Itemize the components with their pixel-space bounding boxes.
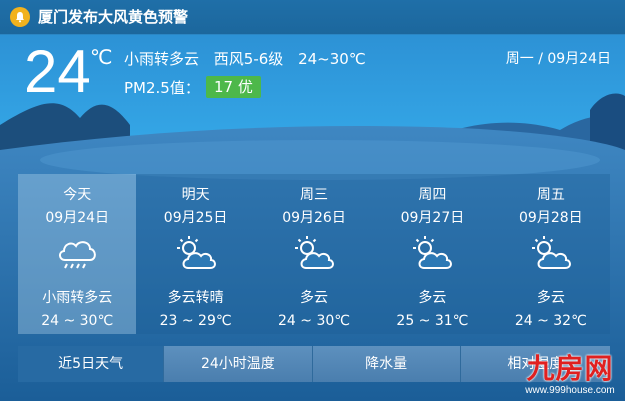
alert-text[interactable]: 厦门发布大风黄色预警 [38, 7, 188, 27]
tab-5-day-weather[interactable]: 近5日天气 [18, 346, 165, 382]
sun-cloud-icon [413, 236, 453, 269]
day-name: 明天 [181, 187, 210, 203]
day-date: 09月26日 [282, 210, 346, 226]
day-name: 周四 [418, 187, 447, 203]
day-condition: 多云转晴 [167, 290, 224, 306]
day-temperature-range: 24 ~ 30℃ [41, 313, 114, 329]
forecast-day: 今天 09月24日 小雨转多云 24 ~ 30℃ [18, 174, 137, 334]
day-date: 09月27日 [400, 210, 465, 226]
day-temperature-range: 24 ~ 32℃ [514, 313, 587, 329]
day-date: 09月24日 [45, 210, 110, 226]
site-watermark: 九房网 www.999house.com [519, 353, 621, 399]
tab-24h-temperature[interactable]: 24小时温度 [164, 346, 313, 382]
watermark-logo: 九房网 [526, 352, 614, 385]
day-temperature-range: 23 ~ 29℃ [159, 313, 232, 329]
pm25-badge: 17 优 [206, 76, 261, 98]
day-temperature-range: 25 ~ 31℃ [396, 313, 469, 329]
day-temperature-range: 24 ~ 30℃ [278, 313, 350, 329]
day-name: 今天 [63, 187, 92, 203]
forecast-panel: 今天 09月24日 小雨转多云 24 ~ 30℃ 明天 09月25日 多云转晴 … [18, 174, 611, 334]
sun-cloud-icon [295, 236, 334, 269]
day-date: 09月25日 [163, 210, 228, 226]
current-condition: 小雨转多云 [124, 50, 200, 68]
current-date: 周一 / 09月24日 [505, 51, 611, 67]
current-temperature: 24 [24, 38, 91, 105]
watermark-url: www.999house.com [525, 385, 615, 396]
forecast-day: 周四 09月27日 多云 25 ~ 31℃ [373, 174, 492, 334]
forecast-day: 周三 09月26日 多云 24 ~ 30℃ [254, 174, 374, 334]
pm25-label: PM2.5值： [124, 79, 200, 97]
rain-cloud-icon [59, 241, 97, 269]
day-condition: 多云 [536, 290, 565, 306]
weather-alert-bar[interactable]: 厦门发布大风黄色预警 [0, 0, 625, 35]
forecast-day: 明天 09月25日 多云转晴 23 ~ 29℃ [136, 174, 255, 334]
bell-icon [10, 7, 30, 27]
day-name: 周五 [536, 187, 565, 203]
tab-precipitation[interactable]: 降水量 [312, 346, 461, 382]
forecast-day: 周五 09月28日 多云 24 ~ 32℃ [491, 174, 611, 334]
day-date: 09月28日 [519, 210, 583, 226]
current-wind: 西风5-6级 [213, 50, 284, 68]
current-range: 24~30℃ [298, 50, 366, 68]
day-condition: 小雨转多云 [42, 290, 113, 306]
sun-cloud-icon [176, 236, 216, 269]
day-condition: 多云 [418, 290, 447, 306]
temperature-unit: ℃ [90, 45, 113, 69]
day-condition: 多云 [300, 290, 329, 306]
sun-cloud-icon [531, 236, 571, 269]
day-name: 周三 [300, 187, 329, 203]
current-conditions: 小雨转多云 西风5-6级 24~30℃ [124, 49, 376, 69]
